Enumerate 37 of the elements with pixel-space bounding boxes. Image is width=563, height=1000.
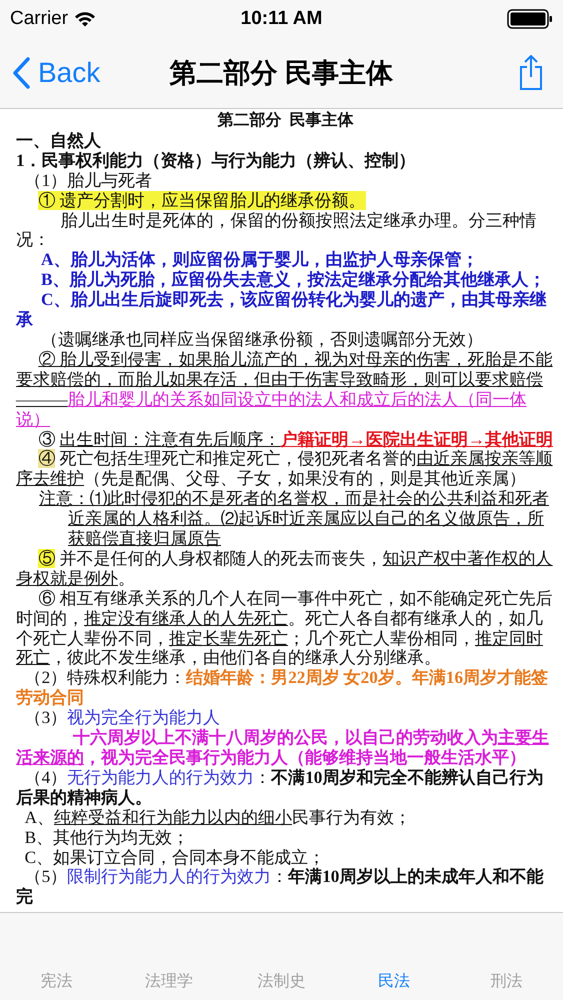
- document-title: 第二部分 民事主体: [216, 111, 354, 131]
- paragraph: （2）特殊权利能力：结婚年龄：男22周岁 女20岁。年满16周岁才能签劳动合同: [16, 668, 550, 708]
- section-heading: 一、自然人: [16, 130, 102, 151]
- paragraph: （遗嘱继承也同样应当保留继承份额，否则遗嘱部分无效）: [40, 330, 484, 350]
- paragraph: （5）限制行为能力人的行为效力：年满10周岁以上的未成年人和不能完: [16, 867, 544, 908]
- share-icon[interactable]: [519, 55, 543, 91]
- paragraph: ④ 死亡包括生理死亡和推定死亡，侵犯死者名誉的由近亲属按亲等顺序去维护（先是配偶、父母、子女，如果没有的，则是其他近亲属）: [16, 449, 554, 490]
- paragraph: ⑥ 相互有继承关系的几个人在同一事件中死亡，如不能确定死亡先后时间的，推定没有继承人的人先死亡。死亡人各自都有继承人的，如几个死亡人辈份不同，推定长辈先死亡；几个死亡人辈份相同，推定同时死亡，彼此不发生继承，由他们各自的继承人分别继承。: [16, 588, 554, 668]
- paragraph: C、胎儿出生后旋即死去，该应留份转化为婴儿的遗产，由其母亲继承: [16, 290, 548, 330]
- paragraph: 胎儿出生时是死体的，保留的份额按照法定继承办理。分三种情况：: [16, 210, 538, 250]
- wifi-icon: [74, 11, 96, 27]
- paragraph: B、其他行为均无效；: [24, 828, 190, 848]
- paragraph: B、胎儿为死胎，应留份失去意义，按法定继承分配给其他继承人；: [40, 270, 546, 290]
- paragraph: （1）胎儿与死者: [24, 170, 154, 191]
- clock-time: 10:11 AM: [240, 8, 322, 29]
- chevron-left-icon: [12, 57, 30, 89]
- paragraph: A、胎儿为活体，则应留份属于婴儿，由监护人母亲保管；: [40, 250, 480, 270]
- screen-title: 第二部分 民事主体: [170, 57, 394, 90]
- tab[interactable]: 刑法: [486, 969, 527, 994]
- paragraph: ① 遗产分割时，应当保留胎儿的继承份额。: [37, 190, 367, 211]
- paragraph: 注意：⑴此时侵犯的不是死者的名誉权，而是社会的公共利益和死者近亲属的人格利益。⑵起诉时近亲属应以自己的名义做原告，所获赔偿直接归属原告: [38, 489, 550, 549]
- paragraph: ② 胎儿受到侵害，如果胎儿流产的，视为对母亲的伤害，死胎是不能要求赔偿的，而胎儿如果存活，但由于伤害导致畸形，则可以要求赔偿———胎儿和婴儿的关系如同设立中的法人和成立后的法人（同一体说）: [16, 350, 554, 430]
- paragraph: A、纯粹受益和行为能力以内的细小民事行为有效；: [24, 808, 412, 828]
- paragraph: ⑤ 并不是任何的人身权都随人的死去而丧失，知识产权中著作权的人身权就是例外。: [16, 548, 554, 589]
- paragraph: 十六周岁以上不满十八周岁的公民，以自己的劳动收入为主要生活来源的，视为完全民事行为能力人（能够维持当地一般生活水平）: [16, 728, 550, 768]
- paragraph: C、如果订立合同，合同本身不能成立；: [24, 848, 326, 868]
- tab[interactable]: 宪法: [36, 969, 76, 994]
- paragraph: ③ 出生时间：注意有先后顺序：户籍证明→医院出生证明→其他证明: [37, 430, 554, 450]
- tab[interactable]: 法理学: [140, 969, 197, 994]
- paragraph: （3）视为完全行为能力人: [24, 708, 222, 728]
- paragraph: （4）无行为能力人的行为效力：不满10周岁和完全不能辨认自己行为后果的精神病人。: [16, 768, 544, 808]
- carrier-label: Carrier: [10, 8, 68, 30]
- tab[interactable]: 法制史: [253, 969, 310, 994]
- battery-icon: [507, 9, 553, 29]
- back-button[interactable]: Back: [0, 57, 100, 89]
- tab[interactable]: 民法: [374, 969, 414, 994]
- section-heading: 1．民事权利能力（资格）与行为能力（辨认、控制）: [16, 150, 417, 171]
